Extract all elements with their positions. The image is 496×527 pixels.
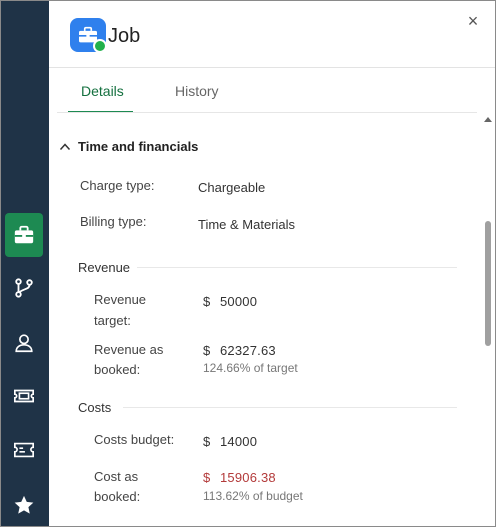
revenue-heading: Revenue bbox=[78, 260, 131, 275]
billing-type-value: Time & Materials bbox=[198, 217, 296, 232]
revenue-target-value: $50000 bbox=[203, 294, 257, 309]
vertical-scrollbar[interactable] bbox=[483, 113, 493, 526]
side-rail bbox=[1, 1, 49, 526]
tab-history[interactable]: History bbox=[175, 83, 219, 99]
details-content[interactable]: Time and financials Charge type: Chargea… bbox=[49, 113, 481, 526]
currency-symbol: $ bbox=[203, 294, 211, 309]
revenue-booked-value: $62327.63 bbox=[203, 343, 276, 358]
job-details-panel: Job × Details History Time and financial… bbox=[49, 1, 495, 526]
star-icon bbox=[14, 495, 34, 514]
rail-favorites-button[interactable] bbox=[5, 483, 43, 526]
charge-type-label: Charge type: bbox=[80, 178, 155, 193]
section-title: Time and financials bbox=[78, 139, 199, 154]
ticket-icon bbox=[14, 389, 34, 403]
costs-booked-value: $15906.38 bbox=[203, 470, 276, 485]
section-time-financials-toggle[interactable]: Time and financials bbox=[59, 139, 198, 154]
scroll-up-arrow[interactable] bbox=[484, 117, 492, 122]
costs-booked-label-line1: Cost as bbox=[94, 469, 139, 484]
currency-symbol: $ bbox=[203, 343, 211, 358]
card-ticket-icon bbox=[14, 442, 34, 458]
chevron-up-icon bbox=[59, 142, 71, 150]
billing-type-label: Billing type: bbox=[80, 214, 147, 229]
panel-title: Job bbox=[108, 25, 141, 47]
rail-branches-button[interactable] bbox=[5, 266, 43, 310]
revenue-booked-label-line2: booked: bbox=[94, 362, 141, 377]
currency-symbol: $ bbox=[203, 470, 211, 485]
status-dot bbox=[93, 39, 107, 53]
amount: 15906.38 bbox=[220, 470, 276, 485]
revenue-target-label-line2: target: bbox=[94, 313, 131, 328]
revenue-booked-percent: 124.66% of target bbox=[203, 361, 298, 375]
close-button[interactable]: × bbox=[464, 12, 482, 30]
costs-booked-percent: 113.62% of budget bbox=[203, 489, 303, 503]
rail-jobs-button[interactable] bbox=[5, 213, 43, 257]
amount: 14000 bbox=[220, 434, 258, 449]
tab-details[interactable]: Details bbox=[81, 83, 124, 99]
rail-tickets-button[interactable] bbox=[5, 374, 43, 418]
revenue-target-label-line1: Revenue bbox=[94, 292, 147, 307]
amount: 62327.63 bbox=[220, 343, 276, 358]
charge-type-value: Chargeable bbox=[198, 180, 266, 195]
rail-cards-button[interactable] bbox=[5, 428, 43, 472]
rail-people-button[interactable] bbox=[5, 321, 43, 365]
tab-bar: Details History bbox=[49, 68, 495, 113]
costs-divider bbox=[123, 407, 457, 408]
costs-budget-label: Costs budget: bbox=[94, 432, 175, 447]
job-panel-window: Job × Details History Time and financial… bbox=[0, 0, 496, 527]
costs-heading: Costs bbox=[78, 400, 112, 415]
currency-symbol: $ bbox=[203, 434, 211, 449]
briefcase-icon bbox=[14, 225, 34, 244]
panel-header: Job × bbox=[49, 1, 495, 68]
revenue-divider bbox=[137, 267, 457, 268]
costs-booked-label-line2: booked: bbox=[94, 489, 141, 504]
person-icon bbox=[15, 334, 33, 353]
costs-budget-value: $14000 bbox=[203, 434, 257, 449]
scroll-thumb[interactable] bbox=[485, 221, 491, 346]
revenue-booked-label-line1: Revenue as bbox=[94, 342, 164, 357]
git-branch-icon bbox=[15, 278, 33, 298]
amount: 50000 bbox=[220, 294, 258, 309]
